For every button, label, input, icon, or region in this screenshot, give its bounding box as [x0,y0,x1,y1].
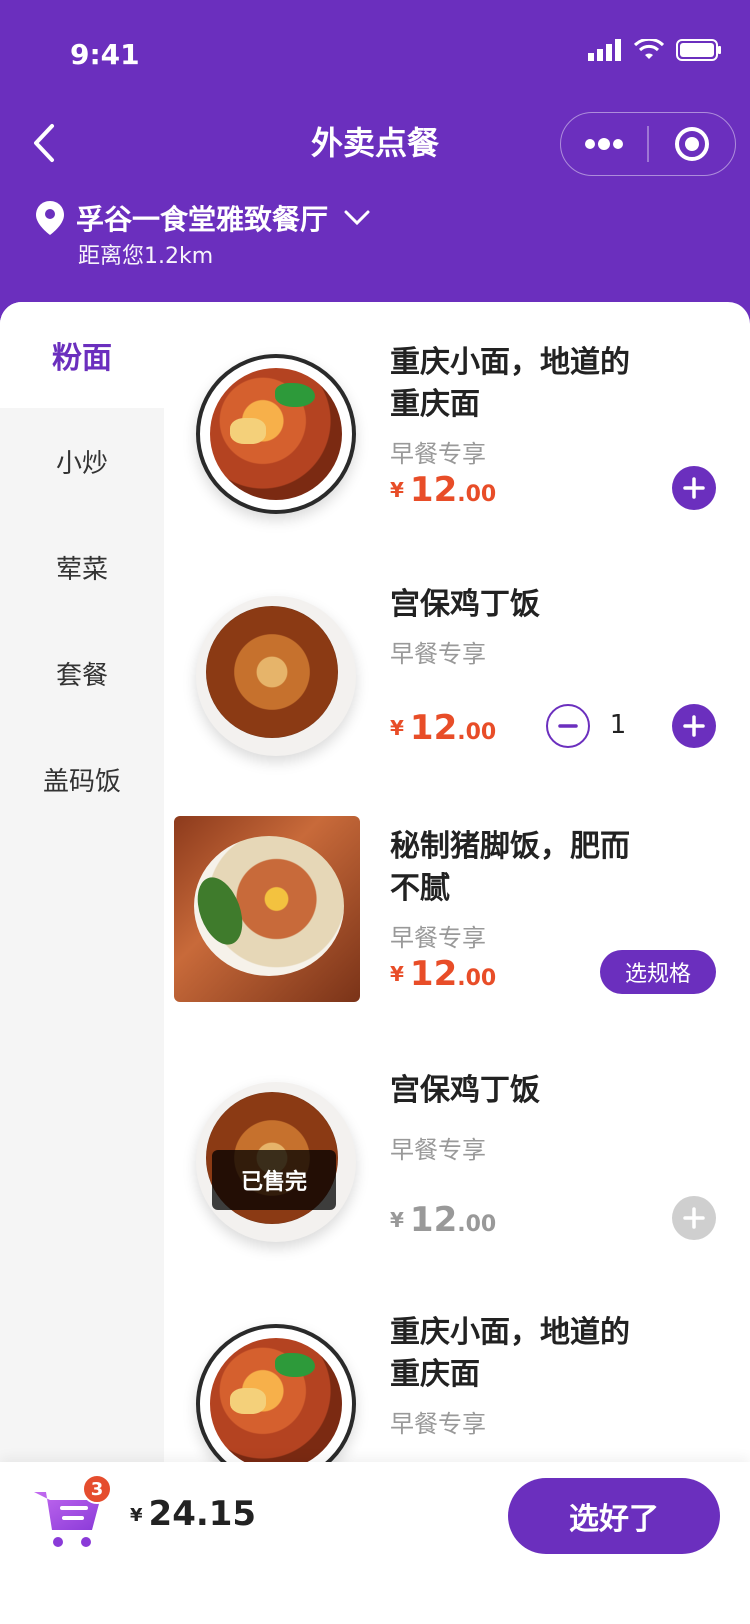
dish-name-line2: 不腻 [390,871,450,906]
signal-icon [588,39,621,61]
more-dots-icon [585,138,624,150]
category-item-4[interactable]: 盖码饭 [0,726,164,832]
category-item-0[interactable]: 粉面 [0,302,164,408]
price-integer: 12 [409,954,458,994]
dish-desc: 早餐专享 [390,440,486,468]
checkout-button[interactable]: 选好了 [508,1478,720,1554]
dish-desc: 早餐专享 [390,1410,486,1438]
add-button-disabled [672,1196,716,1240]
dish-name-line1: 宫保鸡丁饭 [390,1073,540,1108]
dish-item[interactable]: 重庆小面，地道的 重庆面 早餐专享 ¥12.00 [180,322,740,562]
category-sidebar: 粉面 小炒 荤菜 套餐 盖码饭 [0,302,164,1462]
wifi-icon [634,39,664,59]
currency-symbol: ¥ [390,716,404,740]
dish-name-line1: 重庆小面，地道的 [390,345,630,380]
dish-item[interactable]: 宫保鸡丁饭 早餐专享 ¥12.00 1 [180,564,740,804]
header: 9:41 外卖点餐 孚谷一食堂雅致餐厅 距离您1.2km [0,0,750,340]
dish-image [180,574,372,766]
dish-desc: 早餐专享 [390,1136,486,1164]
quantity-value: 1 [609,710,627,740]
price-integer: 12 [409,1200,458,1240]
dish-name-line1: 重庆小面，地道的 [390,1315,630,1350]
price-integer: 12 [409,470,458,510]
plus-icon [683,1207,705,1229]
dish-item: 已售完 宫保鸡丁饭 早餐专享 ¥12.00 [180,1050,740,1290]
dish-price: ¥12.00 [390,954,496,994]
dish-price: ¥12.00 [390,1200,496,1240]
dish-name-line1: 宫保鸡丁饭 [390,587,540,622]
dish-item[interactable]: 秘制猪脚饭，肥而 不腻 早餐专享 ¥12.00 选规格 [174,806,740,1046]
dish-item[interactable]: 重庆小面，地道的 重庆面 早餐专享 [180,1292,740,1462]
status-icons [588,36,722,64]
price-decimal: .00 [457,720,497,745]
add-button[interactable] [672,704,716,748]
dish-name-line2: 重庆面 [390,387,480,422]
dish-price: ¥12.00 [390,708,496,748]
price-decimal: .00 [457,482,497,507]
category-item-1[interactable]: 小炒 [0,408,164,514]
total-amount: 24.15 [148,1494,257,1534]
location-pin-icon [36,201,64,235]
cart-count-badge: 3 [82,1474,112,1504]
dish-name-line1: 秘制猪脚饭，肥而 [390,829,630,864]
price-decimal: .00 [457,1212,497,1237]
menu-content: 粉面 小炒 荤菜 套餐 盖码饭 重庆小面，地道的 重庆面 早餐专享 ¥12.00… [0,302,750,1462]
chevron-down-icon [344,210,370,226]
plus-icon [683,477,705,499]
dish-image: 已售完 [180,1060,372,1252]
plus-icon [683,715,705,737]
currency-symbol: ¥ [390,962,404,986]
select-spec-button[interactable]: 选规格 [600,950,716,994]
target-circle-icon [674,127,709,161]
price-decimal: .00 [457,966,497,991]
category-item-2[interactable]: 荤菜 [0,514,164,620]
add-button[interactable] [672,466,716,510]
currency-symbol: ¥ [130,1505,143,1526]
decrease-quantity-button[interactable] [546,704,590,748]
close-mini-program-button[interactable] [649,113,735,175]
price-integer: 12 [409,708,458,748]
soldout-label: 已售完 [212,1150,336,1210]
minus-icon [558,724,578,728]
dish-name-line2: 重庆面 [390,1357,480,1392]
dish-desc: 早餐专享 [390,924,486,952]
dish-image [180,332,372,524]
currency-symbol: ¥ [390,1208,404,1232]
dish-image [174,816,360,1002]
store-selector[interactable]: 孚谷一食堂雅致餐厅 [36,198,372,238]
currency-symbol: ¥ [390,478,404,502]
store-distance: 距离您1.2km [78,244,214,269]
mini-program-capsule [560,112,736,176]
battery-icon [676,39,721,61]
status-time: 9:41 [70,38,140,71]
dish-desc: 早餐专享 [390,640,486,668]
cart-total: ¥24.15 [130,1494,256,1534]
dish-image [180,1302,372,1462]
category-item-3[interactable]: 套餐 [0,620,164,726]
cart-bar: 3 ¥24.15 选好了 [0,1462,750,1624]
dish-price: ¥12.00 [390,470,496,510]
more-button[interactable] [561,113,647,175]
store-name: 孚谷一食堂雅致餐厅 [76,203,329,236]
